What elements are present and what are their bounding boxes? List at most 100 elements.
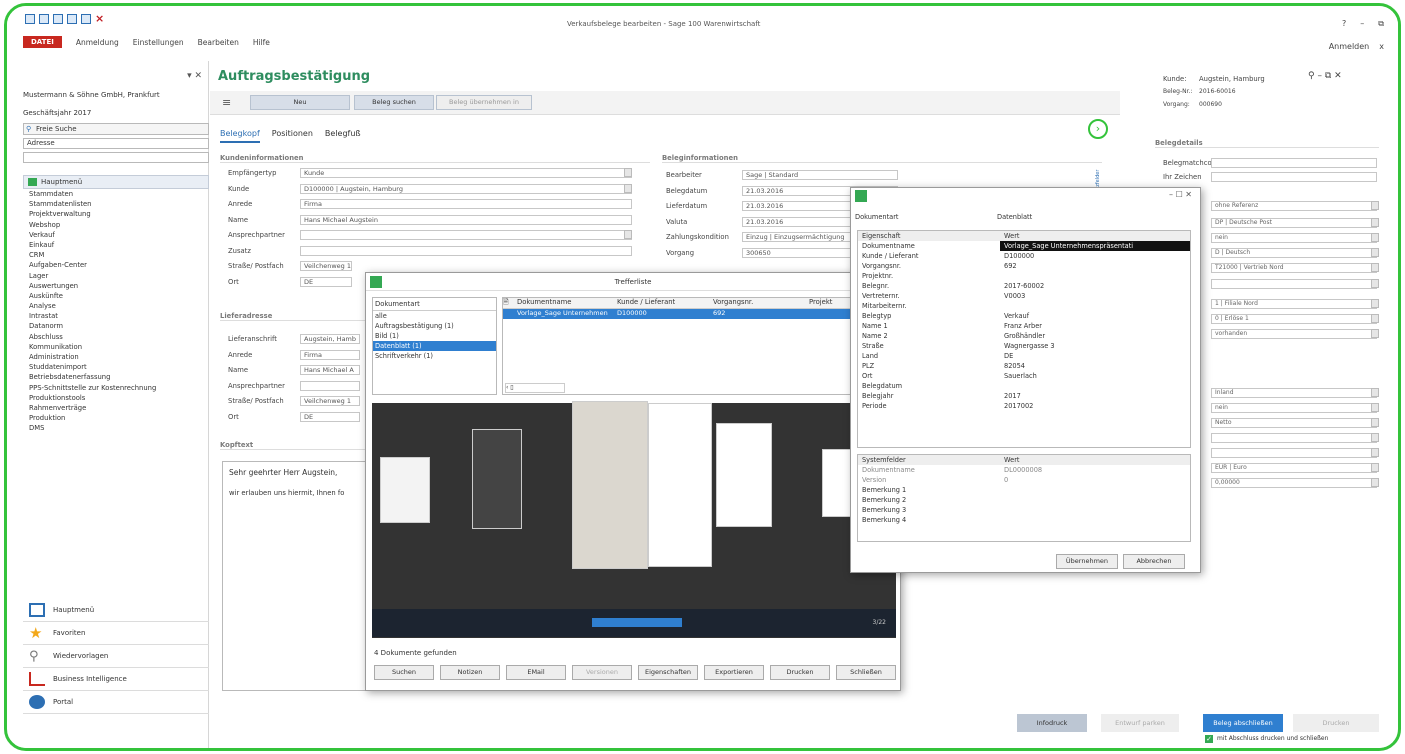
nav-tree-item[interactable]: Aufgaben-Center	[23, 260, 209, 270]
head-text-editor[interactable]: Sehr geehrter Herr Augstein, wir erlaube…	[222, 461, 372, 691]
nav-tree-item[interactable]: Einkauf	[23, 240, 209, 250]
nav-tree-item[interactable]: DMS	[23, 423, 209, 433]
detail-value-field[interactable]: nein	[1211, 233, 1377, 243]
doctype-select[interactable]: Datenblatt	[993, 212, 1200, 224]
property-value[interactable]: DE	[1000, 351, 1190, 361]
property-row[interactable]: Vertreternr. V0003	[858, 291, 1190, 301]
nav-tree-item[interactable]: Stammdatenlisten	[23, 199, 209, 209]
customer-field-value[interactable]: Firma	[300, 199, 632, 209]
property-row[interactable]: Belegnr. 2017-60002	[858, 281, 1190, 291]
nav-tree-item[interactable]: Produktion	[23, 413, 209, 423]
property-value[interactable]: Vorlage_Sage Unternehmenspräsentati	[1000, 241, 1190, 251]
preview-page[interactable]	[716, 423, 772, 527]
doc-type-item[interactable]: Auftragsbestätigung (1)	[373, 321, 496, 331]
nav-tree-item[interactable]: Auswertungen	[23, 281, 209, 291]
hit-list-button[interactable]: Eigenschaften	[638, 665, 698, 680]
close-app-button[interactable]: x	[1379, 42, 1384, 51]
property-value[interactable]: Großhändler	[1000, 331, 1190, 341]
property-value[interactable]	[1000, 381, 1190, 391]
park-draft-button[interactable]: Entwurf parken	[1101, 714, 1179, 732]
dropdown-button[interactable]	[1371, 263, 1379, 272]
property-value[interactable]: Verkauf	[1000, 311, 1190, 321]
property-row[interactable]: Periode 2017002	[858, 401, 1190, 411]
dropdown-button[interactable]	[1371, 299, 1379, 308]
doc-type-item[interactable]: Datenblatt (1)	[373, 341, 496, 351]
property-row[interactable]: Belegdatum	[858, 381, 1190, 391]
hit-list-button[interactable]: Notizen	[440, 665, 500, 680]
login-button[interactable]: Anmelden	[1329, 42, 1370, 51]
property-value[interactable]: Sauerlach	[1000, 371, 1190, 381]
dropdown-button[interactable]	[1371, 478, 1379, 487]
close-print-checkbox[interactable]: ✓ mit Abschluss drucken und schließen	[1205, 735, 1328, 743]
matchcode-field[interactable]	[1211, 158, 1377, 168]
detail-value-field[interactable]	[1211, 279, 1377, 289]
help-button[interactable]: ?	[1342, 19, 1346, 29]
property-value[interactable]: 2017-60002	[1000, 281, 1190, 291]
delivery-field-value[interactable]: Firma	[300, 349, 360, 360]
dropdown-button[interactable]	[1371, 448, 1379, 457]
search-type-select[interactable]: Adresse	[23, 138, 209, 149]
new-button[interactable]: Neu	[250, 95, 350, 110]
globe-icon[interactable]	[67, 14, 77, 24]
property-row[interactable]: Land DE	[858, 351, 1190, 361]
result-row[interactable]: Vorlage_Sage Unternehmen D100000 692	[503, 309, 895, 319]
property-value[interactable]: 2017	[1000, 391, 1190, 401]
customer-field-value[interactable]: Kunde	[300, 168, 632, 178]
nav-tree-item[interactable]: Intrastat	[23, 311, 209, 321]
dropdown-button[interactable]	[1371, 218, 1379, 227]
property-value[interactable]	[1000, 271, 1190, 281]
close-panel-icon[interactable]: ▾ ✕	[187, 71, 202, 81]
your-sign-field[interactable]	[1211, 172, 1377, 182]
property-value[interactable]: V0003	[1000, 291, 1190, 301]
hit-list-button[interactable]: Versionen	[572, 665, 632, 680]
nav-tree-item[interactable]: Verkauf	[23, 230, 209, 240]
window-controls[interactable]: – ☐ ✕	[1169, 190, 1192, 199]
delivery-field-value[interactable]: Augstein, Hamb	[300, 334, 360, 344]
bottom-nav-favorites[interactable]: ★ Favoriten	[23, 622, 209, 645]
bottom-nav-reminders[interactable]: ⚲ Wiedervorlagen	[23, 645, 209, 668]
nav-tree-item[interactable]: Projektverwaltung	[23, 209, 209, 219]
dropdown-button[interactable]	[624, 183, 632, 193]
cancel-button[interactable]: Abbrechen	[1123, 554, 1185, 569]
preview-page[interactable]	[648, 403, 712, 567]
dropdown-button[interactable]	[1371, 201, 1379, 210]
hit-list-button[interactable]: Schließen	[836, 665, 896, 680]
dropdown-button[interactable]	[1371, 463, 1379, 472]
hit-list-button[interactable]: EMail	[506, 665, 566, 680]
property-value[interactable]	[1000, 301, 1190, 311]
hit-list-button[interactable]: Suchen	[374, 665, 434, 680]
nav-tree-item[interactable]: CRM	[23, 250, 209, 260]
nav-tree-item[interactable]: Administration	[23, 352, 209, 362]
dropdown-button[interactable]	[1371, 279, 1379, 288]
detail-value-field[interactable]: DP | Deutsche Post	[1211, 218, 1377, 228]
customer-field-value[interactable]: DE	[300, 276, 352, 287]
doc-type-item[interactable]: Bild (1)	[373, 331, 496, 341]
detail-value-field[interactable]: 0,00000	[1211, 478, 1377, 488]
detail-value-field[interactable]: vorhanden	[1211, 329, 1377, 339]
dropdown-button[interactable]	[624, 168, 632, 177]
nav-tree-item[interactable]: Lager	[23, 271, 209, 281]
property-row[interactable]: PLZ 82054	[858, 361, 1190, 371]
nav-tree-item[interactable]: Kommunikation	[23, 342, 209, 352]
save-icon[interactable]	[25, 14, 35, 24]
preview-page[interactable]	[380, 457, 430, 523]
nav-tree-item[interactable]: Studdatenimport	[23, 362, 209, 372]
apply-button[interactable]: Übernehmen	[1056, 554, 1118, 569]
doc-type-item[interactable]: Schriftverkehr (1)	[373, 351, 496, 361]
restore-button[interactable]: ⧉	[1378, 19, 1384, 29]
property-row[interactable]: Kunde / Lieferant D100000	[858, 251, 1190, 261]
dropdown-button[interactable]	[1371, 403, 1379, 412]
property-row[interactable]: Name 1 Franz Arber	[858, 321, 1190, 331]
property-value[interactable]: 82054	[1000, 361, 1190, 371]
menu-help[interactable]: Hilfe	[253, 38, 270, 47]
detail-value-field[interactable]: D | Deutsch	[1211, 248, 1377, 258]
detail-value-field[interactable]: nein	[1211, 403, 1377, 413]
property-row[interactable]: Belegjahr 2017	[858, 391, 1190, 401]
tab-footer[interactable]: Belegfuß	[325, 129, 361, 143]
customer-field-value[interactable]	[300, 230, 632, 240]
property-row[interactable]: Straße Wagnergasse 3	[858, 341, 1190, 351]
tab-header[interactable]: Belegkopf	[220, 129, 260, 143]
preview-slider-thumb[interactable]	[592, 618, 682, 627]
nav-tree-item[interactable]: Rahmenverträge	[23, 403, 209, 413]
delivery-field-value[interactable]: Hans Michael A	[300, 365, 360, 375]
